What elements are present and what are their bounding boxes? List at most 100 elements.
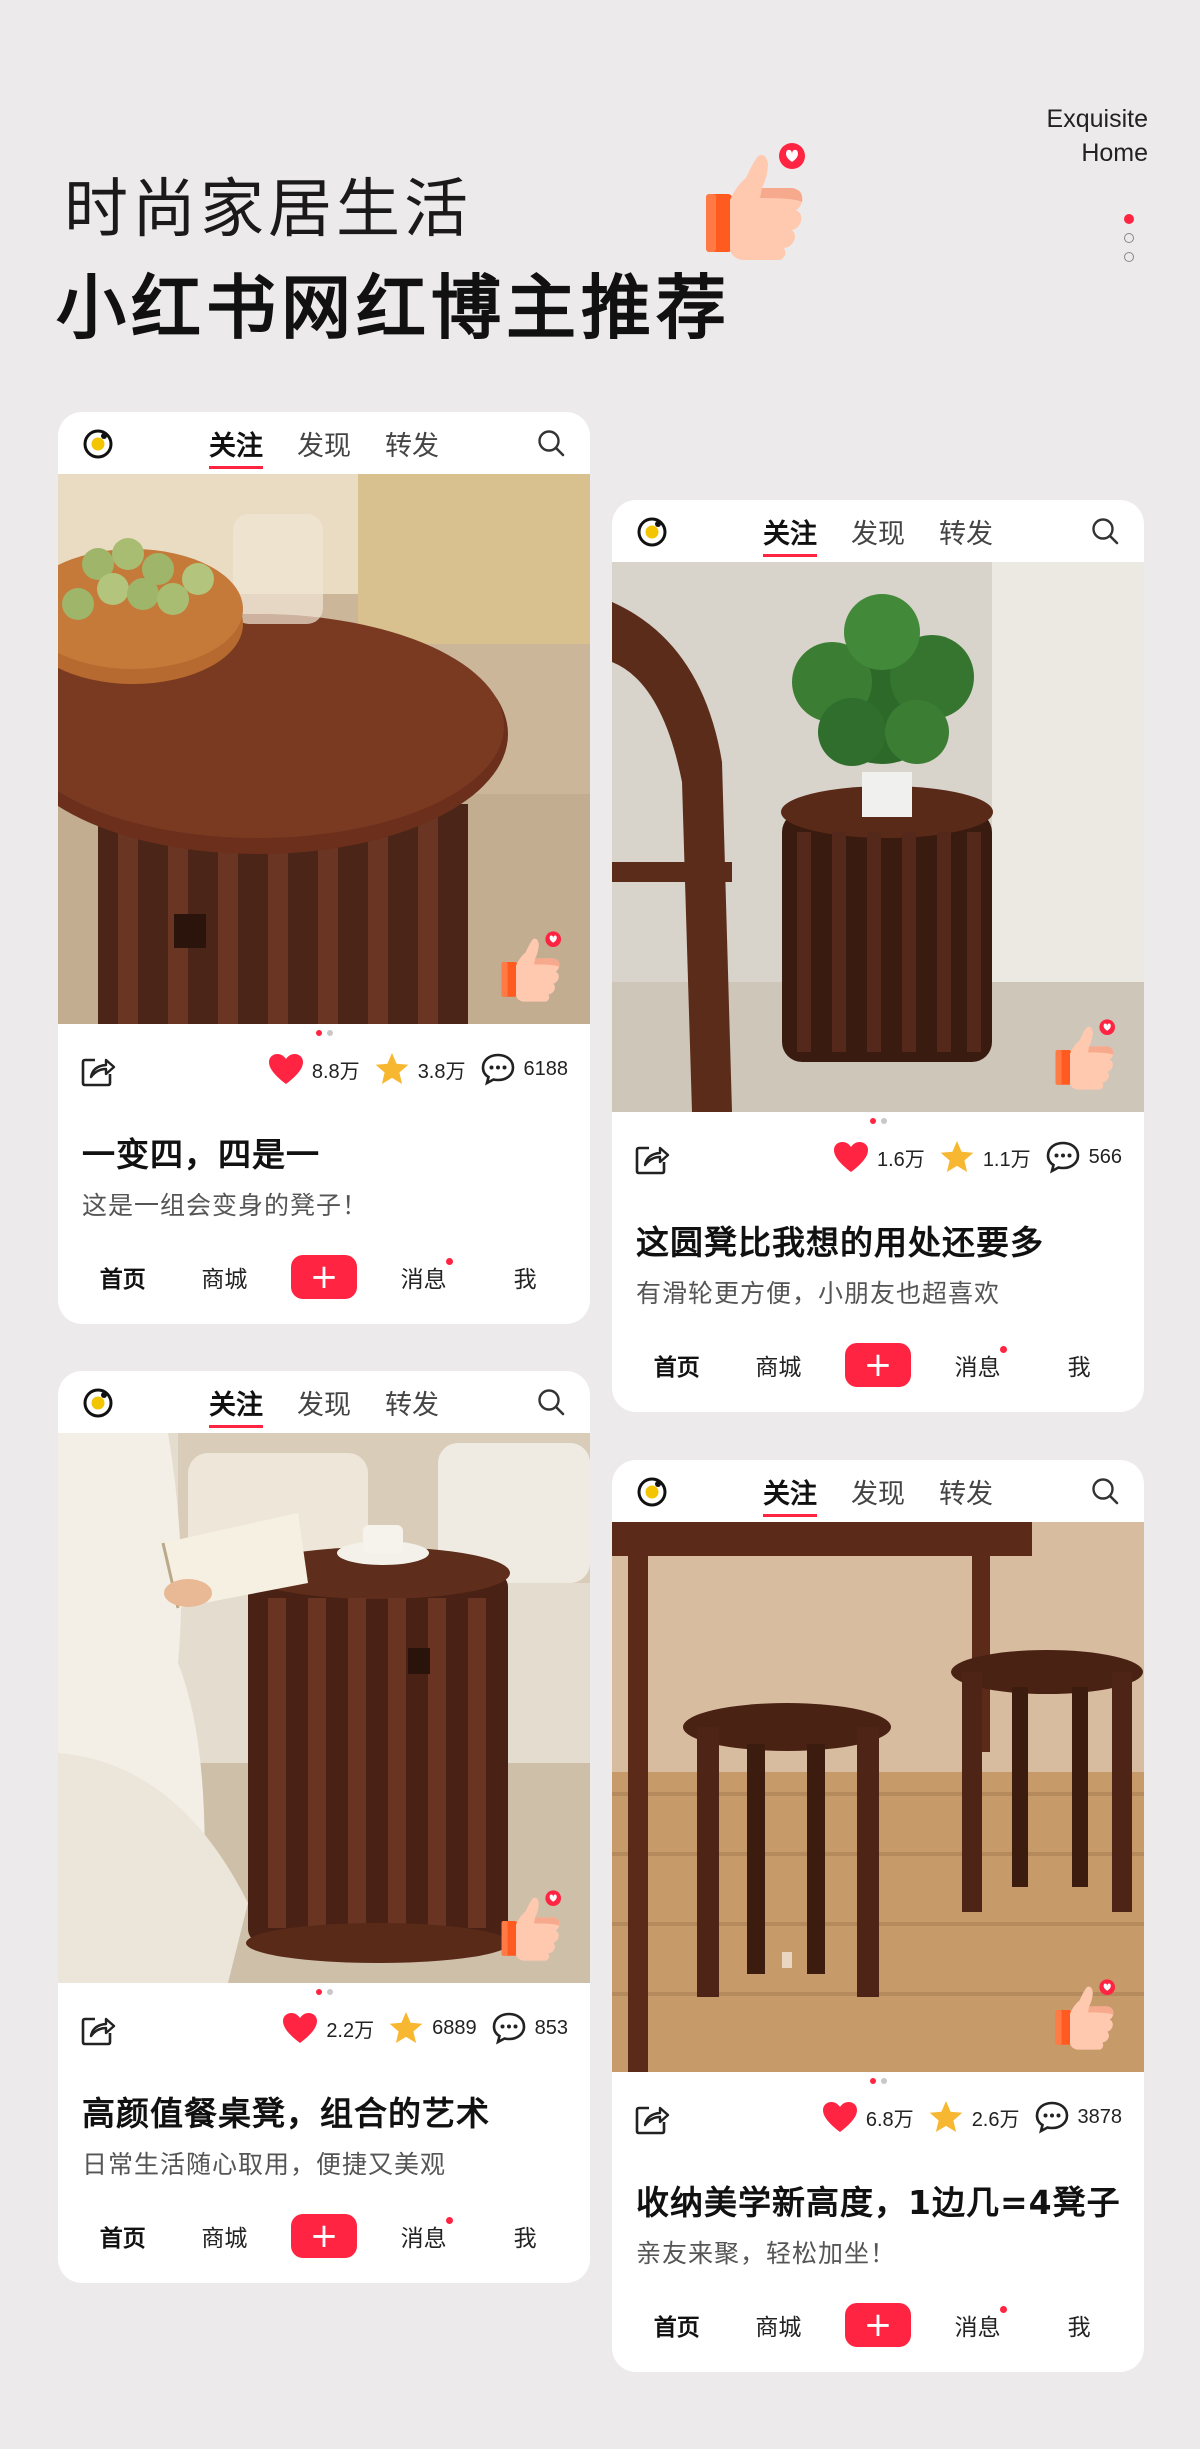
thumbs-up-icon	[1052, 1978, 1118, 2054]
post-photo[interactable]	[58, 474, 590, 1024]
post-title: 高颜值餐桌凳，组合的艺术	[82, 2094, 490, 2133]
favorite-button[interactable]: 1.1万	[939, 1140, 1031, 1174]
share-icon[interactable]	[634, 1142, 670, 1176]
pager-dot[interactable]	[1124, 233, 1134, 243]
bottom-nav: 首页 商城 + 消息 我	[58, 2213, 590, 2259]
add-post-button[interactable]: +	[844, 1343, 911, 1387]
post-subtitle: 有滑轮更方便，小朋友也超喜欢	[636, 1279, 1001, 1308]
like-count: 8.8万	[311, 1060, 360, 1083]
bottom-nav: 首页 商城 + 消息 我	[58, 1254, 590, 1300]
search-icon[interactable]	[536, 428, 566, 458]
heart-icon	[268, 1053, 304, 1085]
nav-home[interactable]: 首页	[642, 1348, 712, 1382]
tab-follow[interactable]: 关注	[209, 424, 263, 469]
tab-discover[interactable]: 发现	[851, 512, 905, 551]
post-subtitle: 日常生活随心取用，便捷又美观	[82, 2150, 447, 2179]
post-photo[interactable]	[612, 1522, 1144, 2072]
favorite-button[interactable]: 6889	[388, 2011, 477, 2045]
favorite-button[interactable]: 3.8万	[374, 1052, 466, 1086]
thumbs-up-icon	[700, 142, 810, 266]
add-post-button[interactable]: +	[290, 1255, 357, 1299]
logo-icon[interactable]	[636, 1476, 668, 1508]
nav-messages[interactable]: 消息	[943, 2306, 1013, 2342]
search-icon[interactable]	[1090, 1476, 1120, 1506]
comment-button[interactable]: 566	[1045, 1140, 1122, 1174]
pager-dot[interactable]	[1124, 214, 1134, 224]
tab-repost[interactable]: 转发	[385, 1383, 439, 1422]
nav-shop[interactable]: 商城	[743, 1348, 813, 1382]
comment-button[interactable]: 6188	[480, 1052, 568, 1086]
tab-repost[interactable]: 转发	[385, 424, 439, 463]
tab-bar: 关注 发现 转发	[763, 1472, 993, 1517]
add-post-button[interactable]: +	[844, 2303, 911, 2347]
nav-me[interactable]: 我	[490, 1260, 560, 1294]
brand-line-2: Home	[1081, 139, 1148, 167]
tab-repost[interactable]: 转发	[939, 1472, 993, 1511]
comment-button[interactable]: 3878	[1034, 2100, 1123, 2134]
nav-messages[interactable]: 消息	[943, 1346, 1013, 1382]
logo-icon[interactable]	[82, 428, 114, 460]
nav-messages[interactable]: 消息	[389, 1258, 459, 1294]
pager-dot[interactable]	[1124, 252, 1134, 262]
nav-me[interactable]: 我	[1044, 1348, 1114, 1382]
share-icon[interactable]	[634, 2102, 670, 2136]
tab-follow[interactable]: 关注	[763, 1472, 817, 1517]
tab-discover[interactable]: 发现	[297, 1383, 351, 1422]
logo-icon[interactable]	[636, 516, 668, 548]
nav-shop[interactable]: 商城	[189, 1260, 259, 1294]
comment-count: 3878	[1077, 2105, 1123, 2128]
search-icon[interactable]	[1090, 516, 1120, 546]
heart-icon	[833, 1141, 869, 1173]
post-title: 一变四，四是一	[82, 1135, 320, 1174]
share-icon[interactable]	[80, 1054, 116, 1088]
tab-discover[interactable]: 发现	[851, 1472, 905, 1511]
post-title: 这圆凳比我想的用处还要多	[636, 1223, 1044, 1262]
tab-follow[interactable]: 关注	[209, 1383, 263, 1428]
like-count: 1.6万	[877, 1148, 925, 1171]
nav-me[interactable]: 我	[490, 2219, 560, 2253]
stats: 8.8万 3.8万 6188	[254, 1052, 568, 1086]
post-card: 关注 发现 转发	[58, 412, 590, 1324]
nav-messages[interactable]: 消息	[389, 2217, 459, 2253]
top-bar: 关注 发现 转发	[58, 1371, 590, 1433]
nav-home[interactable]: 首页	[88, 1260, 158, 1294]
tab-bar: 关注 发现 转发	[763, 512, 993, 557]
like-button[interactable]: 8.8万	[268, 1053, 360, 1085]
pager-dots	[1124, 214, 1138, 271]
brand-line-1: Exquisite	[1046, 105, 1148, 133]
top-bar: 关注 发现 转发	[612, 500, 1144, 562]
post-subtitle: 亲友来聚，轻松加坐！	[636, 2239, 897, 2268]
thumbs-up-icon	[498, 1889, 564, 1965]
like-count: 2.2万	[326, 2019, 375, 2042]
comment-icon	[1045, 1140, 1081, 1174]
star-icon	[388, 2011, 424, 2045]
post-photo[interactable]	[612, 562, 1144, 1112]
share-icon[interactable]	[80, 2013, 116, 2047]
tab-discover[interactable]: 发现	[297, 424, 351, 463]
comment-button[interactable]: 853	[491, 2011, 568, 2045]
action-bar: 8.8万 3.8万 6188	[58, 1038, 590, 1096]
nav-home[interactable]: 首页	[88, 2219, 158, 2253]
logo-icon[interactable]	[82, 1387, 114, 1419]
like-button[interactable]: 1.6万	[833, 1141, 925, 1173]
image-dots	[58, 1030, 590, 1038]
favorite-button[interactable]: 2.6万	[928, 2100, 1020, 2134]
favorite-count: 3.8万	[417, 1060, 466, 1083]
like-button[interactable]: 2.2万	[282, 2012, 374, 2044]
nav-shop[interactable]: 商城	[743, 2308, 813, 2342]
bottom-nav: 首页 商城 + 消息 我	[612, 2302, 1144, 2348]
stats: 2.2万 6889 853	[268, 2011, 568, 2045]
nav-me[interactable]: 我	[1044, 2308, 1114, 2342]
comment-icon	[480, 1052, 516, 1086]
post-title: 收纳美学新高度，1边几=4凳子	[636, 2183, 1121, 2222]
tab-follow[interactable]: 关注	[763, 512, 817, 557]
tab-repost[interactable]: 转发	[939, 512, 993, 551]
like-button[interactable]: 6.8万	[822, 2101, 914, 2133]
like-count: 6.8万	[865, 2108, 914, 2131]
nav-shop[interactable]: 商城	[189, 2219, 259, 2253]
add-post-button[interactable]: +	[290, 2214, 357, 2258]
nav-home[interactable]: 首页	[642, 2308, 712, 2342]
post-photo[interactable]	[58, 1433, 590, 1983]
image-dots	[612, 1118, 1144, 1126]
search-icon[interactable]	[536, 1387, 566, 1417]
